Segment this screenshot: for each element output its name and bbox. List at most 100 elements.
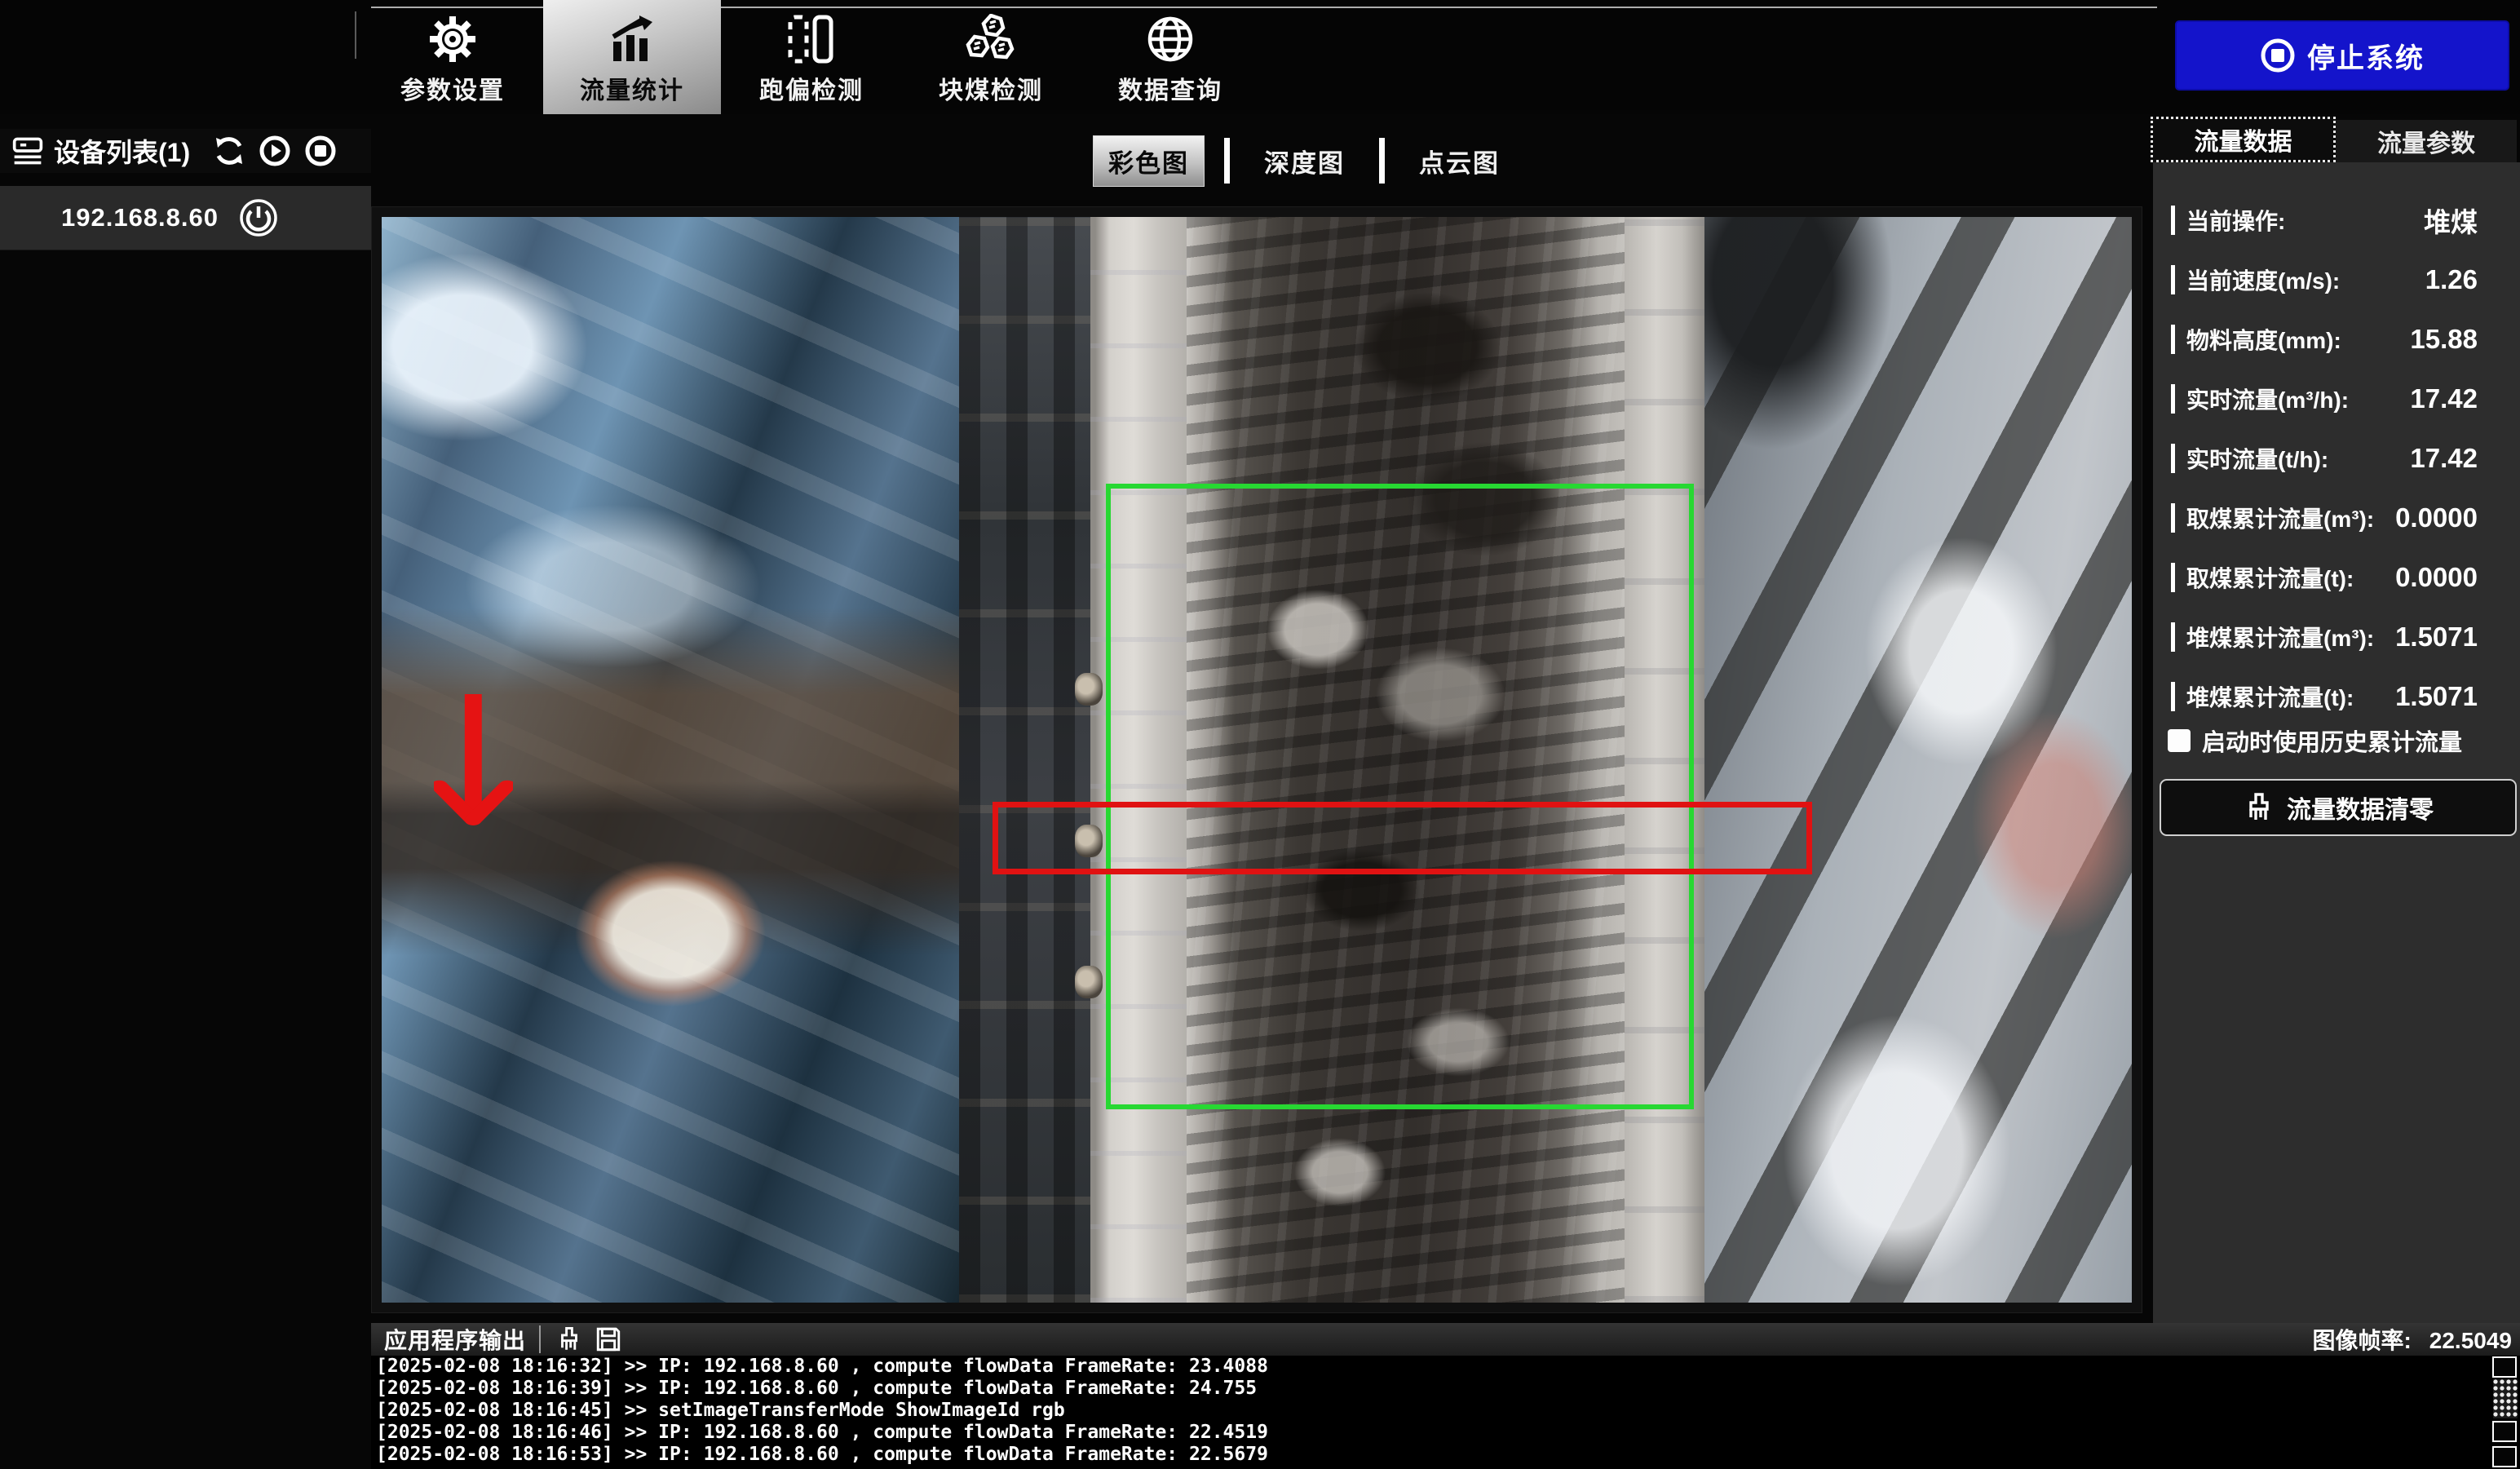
play-icon — [259, 135, 291, 167]
scroll-down-button[interactable] — [2492, 1421, 2517, 1442]
row-label: 堆煤累计流量(t): — [2186, 680, 2354, 713]
tab-label: 流量统计 — [580, 70, 684, 106]
log-line: [2025-02-08 18:16:53] >> IP: 192.168.8.6… — [371, 1444, 2520, 1466]
measure-line-roi-red — [993, 802, 1812, 874]
brush-icon — [2243, 791, 2275, 824]
row-value: 0.0000 — [2395, 562, 2478, 593]
scroll-up-button[interactable] — [2492, 1356, 2517, 1378]
stop-system-label: 停止系统 — [2307, 36, 2425, 76]
row-label: 实时流量(m³/h): — [2186, 383, 2349, 415]
refresh-button[interactable] — [213, 135, 245, 167]
log-title: 应用程序输出 — [384, 1323, 526, 1356]
tab-flow-statistics[interactable]: 流量统计 — [543, 0, 721, 114]
row-value: 1.5071 — [2395, 681, 2478, 712]
framerate-label: 图像帧率: — [2312, 1323, 2411, 1356]
view-tab-pointcloud[interactable]: 点云图 — [1404, 136, 1514, 186]
image-framerate: 图像帧率: 22.5049 — [2312, 1323, 2512, 1356]
camera-color-image — [382, 217, 2132, 1303]
clear-flow-data-button[interactable]: 流量数据清零 — [2160, 779, 2517, 836]
row-value: 堆煤 — [2424, 201, 2478, 240]
row-accent-bar — [2171, 265, 2175, 294]
row-value: 15.88 — [2410, 324, 2478, 355]
row-accent-bar — [2171, 206, 2175, 235]
flow-row-take-coal-total-t: 取煤累计流量(t): 0.0000 — [2153, 548, 2520, 607]
save-icon — [595, 1325, 622, 1353]
rail-bolt — [1075, 966, 1103, 998]
row-value: 0.0000 — [2395, 502, 2478, 533]
row-accent-bar — [2171, 503, 2175, 533]
device-row[interactable]: 192.168.8.60 — [0, 186, 371, 250]
view-tab-color[interactable]: 彩色图 — [1093, 135, 1205, 187]
row-value: 17.42 — [2410, 383, 2478, 414]
top-divider — [355, 11, 356, 59]
view-tab-divider — [1379, 138, 1385, 184]
tab-label: 块煤检测 — [939, 70, 1043, 106]
scene-machinery — [1704, 217, 2132, 1303]
flow-row-take-coal-total-m3: 取煤累计流量(m³): 0.0000 — [2153, 489, 2520, 547]
refresh-icon — [213, 135, 245, 167]
belt-frames-icon — [785, 13, 838, 65]
log-header-bar: 应用程序输出 图像帧率: 22.5049 — [371, 1323, 2520, 1356]
row-value: 17.42 — [2410, 443, 2478, 474]
log-line: [2025-02-08 18:16:39] >> IP: 192.168.8.6… — [371, 1378, 2520, 1400]
view-tab-depth[interactable]: 深度图 — [1249, 136, 1359, 186]
save-log-button[interactable] — [593, 1325, 624, 1353]
flow-row-material-height: 物料高度(mm): 15.88 — [2153, 310, 2520, 369]
scroll-end-button[interactable] — [2492, 1446, 2517, 1467]
play-button[interactable] — [259, 135, 291, 167]
clear-button-label: 流量数据清零 — [2287, 790, 2434, 825]
tab-label: 跑偏检测 — [759, 70, 864, 106]
detection-roi-green — [1106, 484, 1693, 1109]
top-nav-bar: 参数设置 流量统计 — [0, 0, 2520, 114]
log-line: [2025-02-08 18:16:45] >> setImageTransfe… — [371, 1400, 2520, 1422]
row-label: 取煤累计流量(t): — [2186, 561, 2354, 594]
log-output[interactable]: [2025-02-08 18:16:32] >> IP: 192.168.8.6… — [371, 1356, 2520, 1469]
row-accent-bar — [2171, 682, 2175, 711]
row-accent-bar — [2171, 325, 2175, 354]
rail-bolt — [1075, 673, 1103, 706]
row-label: 当前速度(m/s): — [2186, 263, 2340, 296]
row-label: 当前操作: — [2186, 204, 2285, 237]
row-accent-bar — [2171, 622, 2175, 652]
flow-row-current-operation: 当前操作: 堆煤 — [2153, 191, 2520, 250]
log-header-divider — [539, 1325, 541, 1353]
bar-chart-icon — [607, 13, 657, 65]
flow-row-pile-coal-total-t: 堆煤累计流量(t): 1.5071 — [2153, 667, 2520, 726]
log-line: [2025-02-08 18:16:32] >> IP: 192.168.8.6… — [371, 1356, 2520, 1378]
tab-flow-params[interactable]: 流量参数 — [2336, 120, 2517, 162]
view-tab-divider — [1224, 138, 1230, 184]
globe-icon — [1146, 13, 1195, 65]
row-label: 实时流量(t/h): — [2186, 442, 2328, 475]
tab-parameter-settings[interactable]: 参数设置 — [364, 0, 542, 114]
tab-data-query[interactable]: 数据查询 — [1081, 0, 1259, 114]
camera-view-frame — [371, 206, 2142, 1313]
row-accent-bar — [2171, 444, 2175, 473]
app-window: 参数设置 流量统计 — [0, 0, 2520, 1469]
row-accent-bar — [2171, 384, 2175, 414]
row-label: 堆煤累计流量(m³): — [2186, 621, 2374, 653]
clear-log-button[interactable] — [554, 1325, 585, 1353]
log-scrollbar — [2492, 1356, 2518, 1469]
device-list-icon — [11, 135, 44, 167]
row-value: 1.26 — [2425, 264, 2478, 295]
stop-system-button[interactable]: 停止系统 — [2175, 20, 2509, 91]
image-view-tabs: 彩色图 深度图 点云图 — [1093, 137, 1514, 184]
device-list-header: 设备列表(1) — [0, 129, 371, 173]
framerate-value: 22.5049 — [2429, 1328, 2512, 1354]
tab-flow-data[interactable]: 流量数据 — [2151, 117, 2336, 162]
device-list-title: 设备列表(1) — [54, 132, 190, 170]
stop-button[interactable] — [304, 135, 337, 167]
flow-direction-arrow — [434, 689, 513, 834]
tab-label: 数据查询 — [1118, 70, 1222, 106]
tab-lump-coal-detection[interactable]: 块煤检测 — [902, 0, 1080, 114]
scroll-thumb[interactable] — [2493, 1379, 2518, 1418]
gear-icon — [428, 13, 477, 65]
flow-row-current-speed: 当前速度(m/s): 1.26 — [2153, 250, 2520, 309]
tab-deviation-detection[interactable]: 跑偏检测 — [723, 0, 900, 114]
log-line: [2025-02-08 18:16:46] >> IP: 192.168.8.6… — [371, 1422, 2520, 1444]
power-button[interactable] — [239, 198, 278, 237]
history-checkbox[interactable] — [2168, 729, 2191, 752]
row-label: 物料高度(mm): — [2186, 323, 2341, 356]
row-value: 1.5071 — [2395, 622, 2478, 653]
row-accent-bar — [2171, 563, 2175, 592]
